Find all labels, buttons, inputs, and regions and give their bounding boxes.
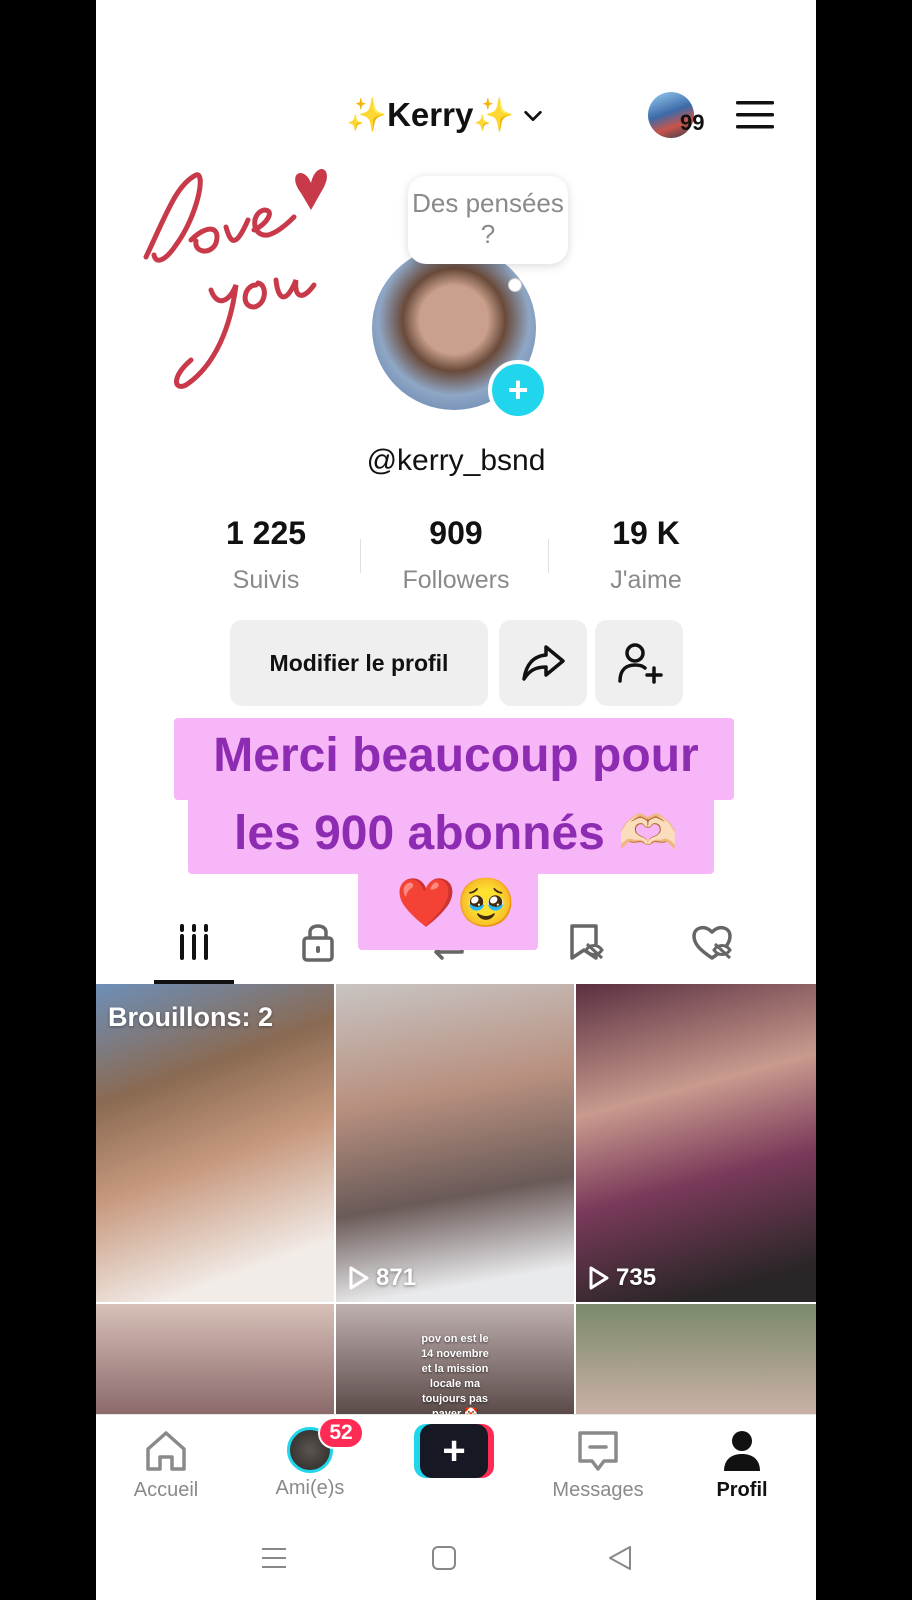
stat-label: Suivis [232, 566, 300, 594]
video-grid: Brouillons: 2 871 735 pov on est le 14 n… [96, 984, 816, 1414]
account-switcher[interactable]: ✨Kerry✨ [346, 96, 544, 135]
thought-bubble[interactable]: Des pensées ? [408, 176, 568, 264]
view-count-value: 871 [376, 1264, 417, 1291]
caption-line: ❤️🥹 [396, 877, 516, 930]
play-icon [589, 1266, 609, 1290]
view-count: 735 [588, 1264, 656, 1292]
nav-friends-label: Ami(e)s [275, 1477, 345, 1499]
messages-icon [578, 1431, 618, 1471]
menu-icon[interactable] [736, 100, 774, 130]
profile-screen: ✨Kerry✨ 99 Des pensées ? + @kerry_bsnd 1… [96, 0, 816, 1600]
home-button-icon[interactable] [430, 1544, 458, 1572]
top-bar: ✨Kerry✨ 99 [96, 92, 816, 142]
drafts-label: Brouillons: 2 [108, 1002, 274, 1032]
story-count: 99 [680, 110, 705, 135]
share-profile-button[interactable] [499, 620, 587, 706]
nav-messages-label: Messages [552, 1479, 644, 1501]
profile-icon [724, 1431, 760, 1471]
bubble-dot [508, 278, 522, 292]
stat-label: Followers [402, 566, 510, 594]
stat-value: 19 K [612, 515, 680, 551]
share-icon [522, 645, 565, 681]
nav-profile-label: Profil [716, 1479, 768, 1501]
create-video-button[interactable]: + [414, 1424, 494, 1478]
play-icon [349, 1266, 369, 1290]
add-story-plus-icon[interactable]: + [488, 360, 548, 420]
stat-value: 1 225 [225, 515, 307, 551]
notification-badge: 52 [318, 1417, 364, 1449]
caption-line: Merci beaucoup pour [213, 729, 699, 782]
video-tile[interactable]: 871 [336, 984, 574, 1302]
nav-home[interactable]: Accueil [106, 1427, 226, 1502]
home-icon [146, 1431, 186, 1471]
recent-apps-icon[interactable] [260, 1544, 288, 1572]
divider [360, 539, 361, 573]
stat-following[interactable]: 1 225 Suivis [176, 515, 356, 595]
stat-likes[interactable]: 19 K J'aime [556, 515, 736, 595]
love-you-sticker [143, 169, 327, 389]
stat-label: J'aime [610, 566, 682, 594]
video-tile[interactable]: pov on est le 14 novembre et la mission … [336, 1304, 574, 1414]
view-count-value: 735 [616, 1264, 657, 1291]
video-tile[interactable]: 735 [576, 984, 816, 1302]
nav-profile[interactable]: Profil [682, 1427, 802, 1502]
video-tile[interactable] [576, 1304, 816, 1414]
stat-followers[interactable]: 909 Followers [366, 515, 546, 595]
chevron-down-icon [524, 110, 543, 121]
caption-line: les 900 abonnés 🫶🏻 [234, 807, 678, 860]
back-button-icon[interactable] [606, 1544, 634, 1572]
nav-messages[interactable]: Messages [538, 1427, 658, 1502]
edit-profile-button[interactable]: Modifier le profil [230, 620, 488, 706]
profile-stats: 1 225 Suivis 909 Followers 19 K J'aime [176, 515, 736, 595]
account-name: ✨Kerry✨ [346, 96, 515, 133]
drafts-tile[interactable]: Brouillons: 2 [96, 984, 334, 1302]
view-count: 871 [348, 1264, 416, 1292]
video-tile[interactable] [96, 1304, 334, 1414]
nav-home-label: Accueil [133, 1479, 199, 1501]
add-person-icon [618, 643, 663, 684]
system-nav-bar [96, 1514, 816, 1600]
video-caption: pov on est le 14 novembre et la mission … [421, 1333, 489, 1414]
plus-icon: + [420, 1424, 488, 1478]
add-friend-button[interactable] [595, 620, 683, 706]
stat-value: 909 [429, 515, 483, 551]
username: @kerry_bsnd [366, 444, 546, 477]
divider [548, 539, 549, 573]
nav-friends[interactable]: 52 Ami(e)s [250, 1417, 370, 1500]
